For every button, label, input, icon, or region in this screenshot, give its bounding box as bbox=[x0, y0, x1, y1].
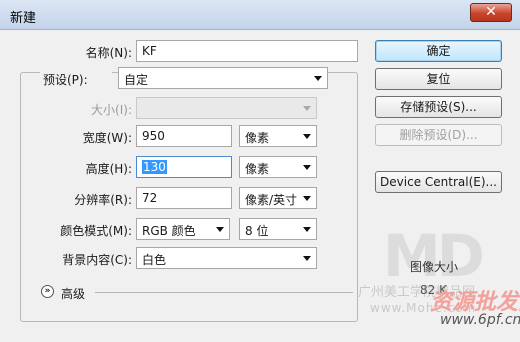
expand-chevron-icon[interactable]: » bbox=[41, 285, 54, 298]
advanced-divider bbox=[95, 292, 353, 293]
preset-label: 预设(P): bbox=[40, 71, 112, 88]
height-label: 高度(H): bbox=[85, 162, 132, 176]
preset-value: 自定 bbox=[124, 73, 149, 87]
color-mode-label: 颜色模式(M): bbox=[60, 224, 132, 238]
bit-depth-value: 8 位 bbox=[245, 224, 269, 238]
width-label: 宽度(W): bbox=[82, 131, 132, 145]
delete-preset-button: 删除预设(D)... bbox=[375, 124, 502, 146]
device-central-button[interactable]: Device Central(E)... bbox=[375, 171, 502, 193]
watermark-site-url: www.6pf.cn bbox=[440, 312, 520, 328]
window-title: 新建 bbox=[10, 11, 37, 26]
watermark-logo: MD bbox=[383, 222, 485, 290]
chevron-down-icon bbox=[216, 227, 224, 232]
chevron-down-icon bbox=[303, 165, 311, 170]
height-input[interactable]: 130 bbox=[136, 156, 232, 178]
height-unit-select[interactable]: 像素 bbox=[239, 156, 317, 178]
resolution-label: 分辨率(R): bbox=[74, 193, 132, 207]
color-mode-value: RGB 颜色 bbox=[142, 224, 196, 238]
width-input[interactable]: 950 bbox=[136, 125, 232, 147]
resolution-unit-select[interactable]: 像素/英寸 bbox=[239, 187, 317, 209]
advanced-label[interactable]: 高级 bbox=[61, 285, 91, 302]
background-select[interactable]: 白色 bbox=[136, 247, 317, 269]
height-value: 130 bbox=[142, 160, 167, 174]
color-mode-select[interactable]: RGB 颜色 bbox=[136, 218, 230, 240]
bit-depth-select[interactable]: 8 位 bbox=[239, 218, 317, 240]
chevron-down-icon bbox=[303, 106, 311, 111]
resolution-unit-value: 像素/英寸 bbox=[245, 193, 298, 207]
save-preset-button[interactable]: 存储预设(S)... bbox=[375, 96, 502, 118]
reset-button[interactable]: 复位 bbox=[375, 68, 502, 90]
name-input[interactable]: KF bbox=[136, 40, 358, 62]
preset-select[interactable]: 自定 bbox=[118, 67, 328, 89]
width-unit-value: 像素 bbox=[245, 131, 270, 145]
size-label: 大小(I): bbox=[91, 103, 132, 117]
name-label: 名称(N): bbox=[85, 46, 132, 60]
chevron-down-icon bbox=[303, 256, 311, 261]
width-unit-select[interactable]: 像素 bbox=[239, 125, 317, 147]
image-size-label: 图像大小 bbox=[410, 260, 459, 274]
close-icon[interactable]: ✕ bbox=[470, 3, 512, 22]
chevron-down-icon bbox=[303, 196, 311, 201]
size-select bbox=[136, 97, 317, 119]
background-value: 白色 bbox=[142, 253, 167, 267]
chevron-down-icon bbox=[303, 227, 311, 232]
chevron-down-icon bbox=[303, 134, 311, 139]
height-unit-value: 像素 bbox=[245, 162, 270, 176]
resolution-input[interactable]: 72 bbox=[136, 187, 232, 209]
background-label: 背景内容(C): bbox=[62, 253, 132, 267]
chevron-down-icon bbox=[314, 76, 322, 81]
title-bar: 新建 ✕ bbox=[0, 0, 520, 30]
ok-button[interactable]: 确定 bbox=[375, 40, 502, 62]
